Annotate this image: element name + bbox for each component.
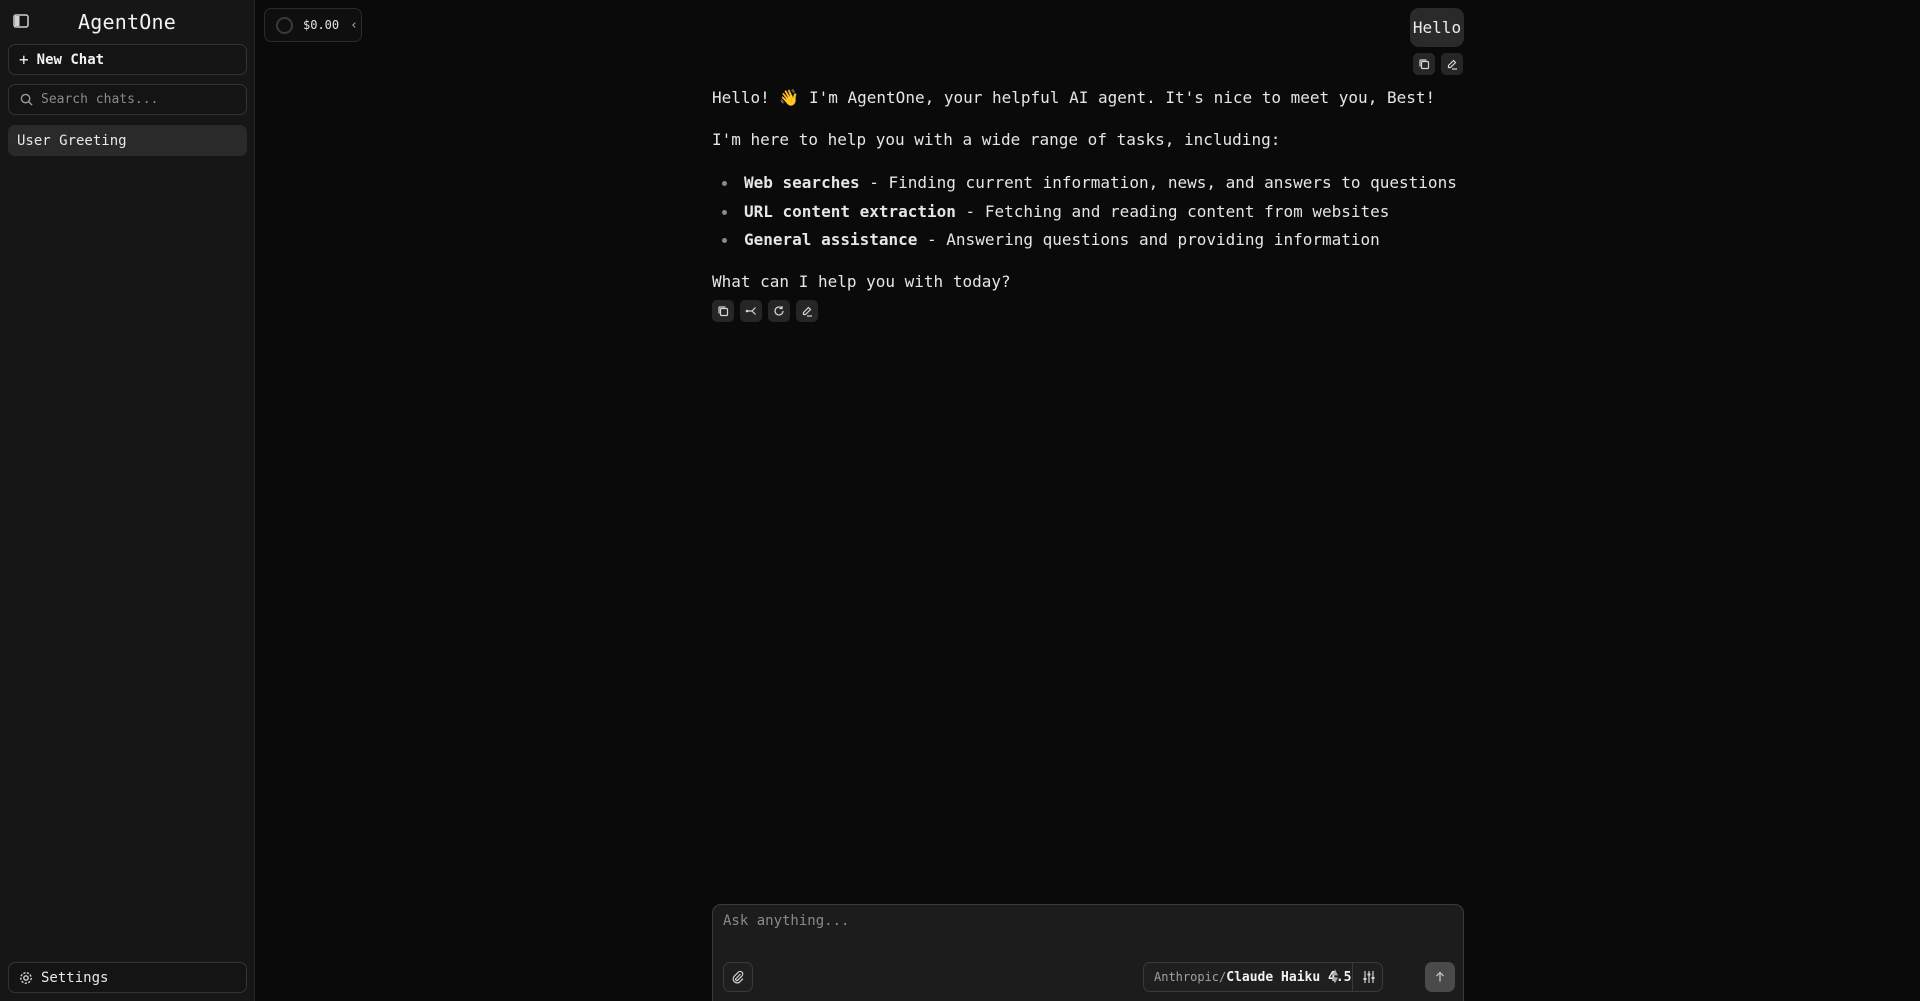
assistant-greeting: Hello! 👋 I'm AgentOne, your helpful AI a… xyxy=(712,88,1436,107)
plus-icon: + xyxy=(19,50,29,69)
sidebar-toggle-icon xyxy=(13,14,29,28)
chevron-left-icon[interactable]: ‹ xyxy=(350,18,358,33)
list-item: URL content extraction - Fetching and re… xyxy=(744,202,1504,221)
sidebar-toggle-button[interactable] xyxy=(10,11,32,31)
sidebar-header: AgentOne xyxy=(0,0,255,44)
model-settings-button[interactable] xyxy=(1355,962,1383,992)
arrow-up-icon xyxy=(1436,971,1444,982)
list-item-desc: - Finding current information, news, and… xyxy=(859,173,1457,192)
list-item-title: General assistance xyxy=(744,230,918,249)
message-composer: Anthropic/Claude Haiku 4.5 ▲▼ xyxy=(712,904,1464,1001)
message-input[interactable] xyxy=(723,913,1453,943)
regenerate-button[interactable] xyxy=(768,300,790,322)
edit-icon xyxy=(1447,59,1457,70)
model-provider: Anthropic/ xyxy=(1154,970,1227,984)
list-bullet xyxy=(722,210,727,215)
divider xyxy=(1352,963,1353,991)
chat-list-item-label: User Greeting xyxy=(17,132,127,149)
refresh-icon xyxy=(774,306,784,316)
cost-value: $0.00 xyxy=(303,18,340,32)
attach-button[interactable] xyxy=(723,962,753,992)
settings-button[interactable]: Settings xyxy=(8,962,247,993)
copy-icon xyxy=(1419,59,1430,70)
list-bullet xyxy=(722,181,727,186)
settings-label: Settings xyxy=(41,969,109,986)
gear-icon xyxy=(20,971,32,984)
list-bullet xyxy=(722,238,727,243)
copy-icon xyxy=(718,306,729,317)
search-icon xyxy=(20,93,33,106)
list-item: General assistance - Answering questions… xyxy=(744,230,1504,249)
edit-icon xyxy=(802,306,812,317)
chevron-updown-icon: ▲ ▼ xyxy=(1331,967,1338,986)
list-item-desc: - Answering questions and providing info… xyxy=(917,230,1380,249)
new-chat-label: New Chat xyxy=(36,51,105,68)
list-item: Web searches - Finding current informati… xyxy=(744,173,1504,192)
usage-ring-icon xyxy=(276,16,293,34)
paperclip-icon xyxy=(732,970,744,984)
user-message-text: Hello xyxy=(1412,18,1462,37)
edit-response-button[interactable] xyxy=(796,300,818,322)
copy-user-message-button[interactable] xyxy=(1413,53,1435,75)
branch-icon xyxy=(745,307,756,315)
app-title: AgentOne xyxy=(78,10,176,34)
model-selector[interactable]: Anthropic/Claude Haiku 4.5 ▲ ▼ xyxy=(1143,962,1383,992)
list-item-desc: - Fetching and reading content from webs… xyxy=(955,202,1390,221)
copy-response-button[interactable] xyxy=(712,300,734,322)
new-chat-button[interactable]: + New Chat xyxy=(8,44,247,75)
search-input[interactable] xyxy=(41,92,231,107)
sliders-icon xyxy=(1363,971,1375,983)
assistant-intro: I'm here to help you with a wide range o… xyxy=(712,130,1281,149)
assistant-closing: What can I help you with today? xyxy=(712,272,1011,291)
search-box xyxy=(8,84,247,115)
chat-list-item[interactable]: User Greeting xyxy=(8,125,247,156)
edit-user-message-button[interactable] xyxy=(1441,53,1463,75)
list-item-title: Web searches xyxy=(744,173,860,192)
branch-chat-button[interactable] xyxy=(740,300,762,322)
send-button[interactable] xyxy=(1425,962,1455,992)
user-message-bubble: Hello xyxy=(1410,8,1464,47)
list-item-title: URL content extraction xyxy=(744,202,956,221)
sidebar: AgentOne + New Chat User Greeting Settin… xyxy=(0,0,255,1001)
cost-indicator: $0.00 ‹ xyxy=(264,8,362,42)
